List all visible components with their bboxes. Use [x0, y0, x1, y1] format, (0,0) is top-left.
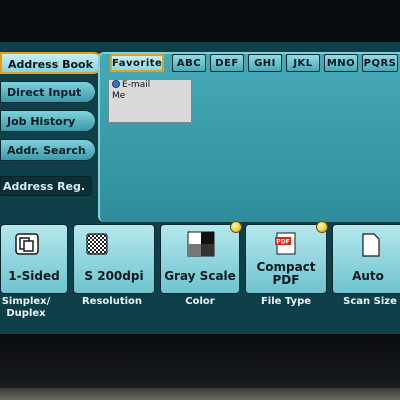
globe-icon [112, 80, 120, 88]
tab-jkl[interactable]: JKL [286, 54, 320, 72]
direct-input-button[interactable]: Direct Input [0, 81, 96, 103]
info-badge-icon [230, 221, 242, 233]
color-caption: Color [185, 296, 215, 307]
destination-list: E-mail Me [108, 79, 192, 123]
device-bezel [0, 334, 400, 400]
file-type-tile[interactable]: PDF Compact PDF [245, 224, 327, 294]
tab-def[interactable]: DEF [210, 54, 244, 72]
scan-size-caption: Scan Size [343, 296, 397, 307]
address-book-panel [98, 52, 400, 222]
list-item[interactable]: E-mail [109, 80, 191, 91]
pdf-icon: PDF [274, 231, 298, 255]
setting-value: Compact PDF [256, 260, 316, 287]
address-reg-button[interactable]: Address Reg. [0, 176, 92, 196]
resolution-tile[interactable]: S 200dpi [73, 224, 155, 294]
tab-abc[interactable]: ABC [172, 54, 206, 72]
device-edge [0, 388, 400, 400]
simplex-icon [15, 233, 39, 255]
scan-size-tile[interactable]: Auto [332, 224, 400, 294]
tab-ghi[interactable]: GHI [248, 54, 282, 72]
list-item[interactable]: Me [109, 91, 191, 102]
resolution-caption: Resolution [81, 296, 143, 307]
tab-mno[interactable]: MNO [324, 54, 358, 72]
setting-value: Auto [352, 269, 384, 283]
setting-value: Gray Scale [164, 269, 236, 283]
grayscale-icon [187, 231, 215, 257]
tab-pqrs[interactable]: PQRS [362, 54, 398, 72]
addr-search-button[interactable]: Addr. Search [0, 139, 96, 161]
color-tile[interactable]: Gray Scale [160, 224, 240, 294]
file-type-caption: File Type [260, 296, 312, 307]
list-item-label: Me [112, 91, 126, 101]
page-icon [361, 233, 381, 257]
setting-value: 1-Sided [8, 269, 60, 283]
tab-favorite[interactable]: Favorite [110, 54, 164, 72]
list-item-label: E-mail [122, 80, 151, 90]
svg-text:PDF: PDF [276, 239, 289, 246]
address-book-button[interactable]: Address Book [0, 52, 104, 74]
setting-value: S 200dpi [84, 269, 144, 283]
simplex-duplex-caption: Simplex/ Duplex [1, 296, 51, 319]
job-history-button[interactable]: Job History [0, 110, 96, 132]
info-badge-icon [316, 221, 328, 233]
resolution-icon [86, 233, 108, 255]
simplex-duplex-tile[interactable]: 1-Sided [0, 224, 68, 294]
